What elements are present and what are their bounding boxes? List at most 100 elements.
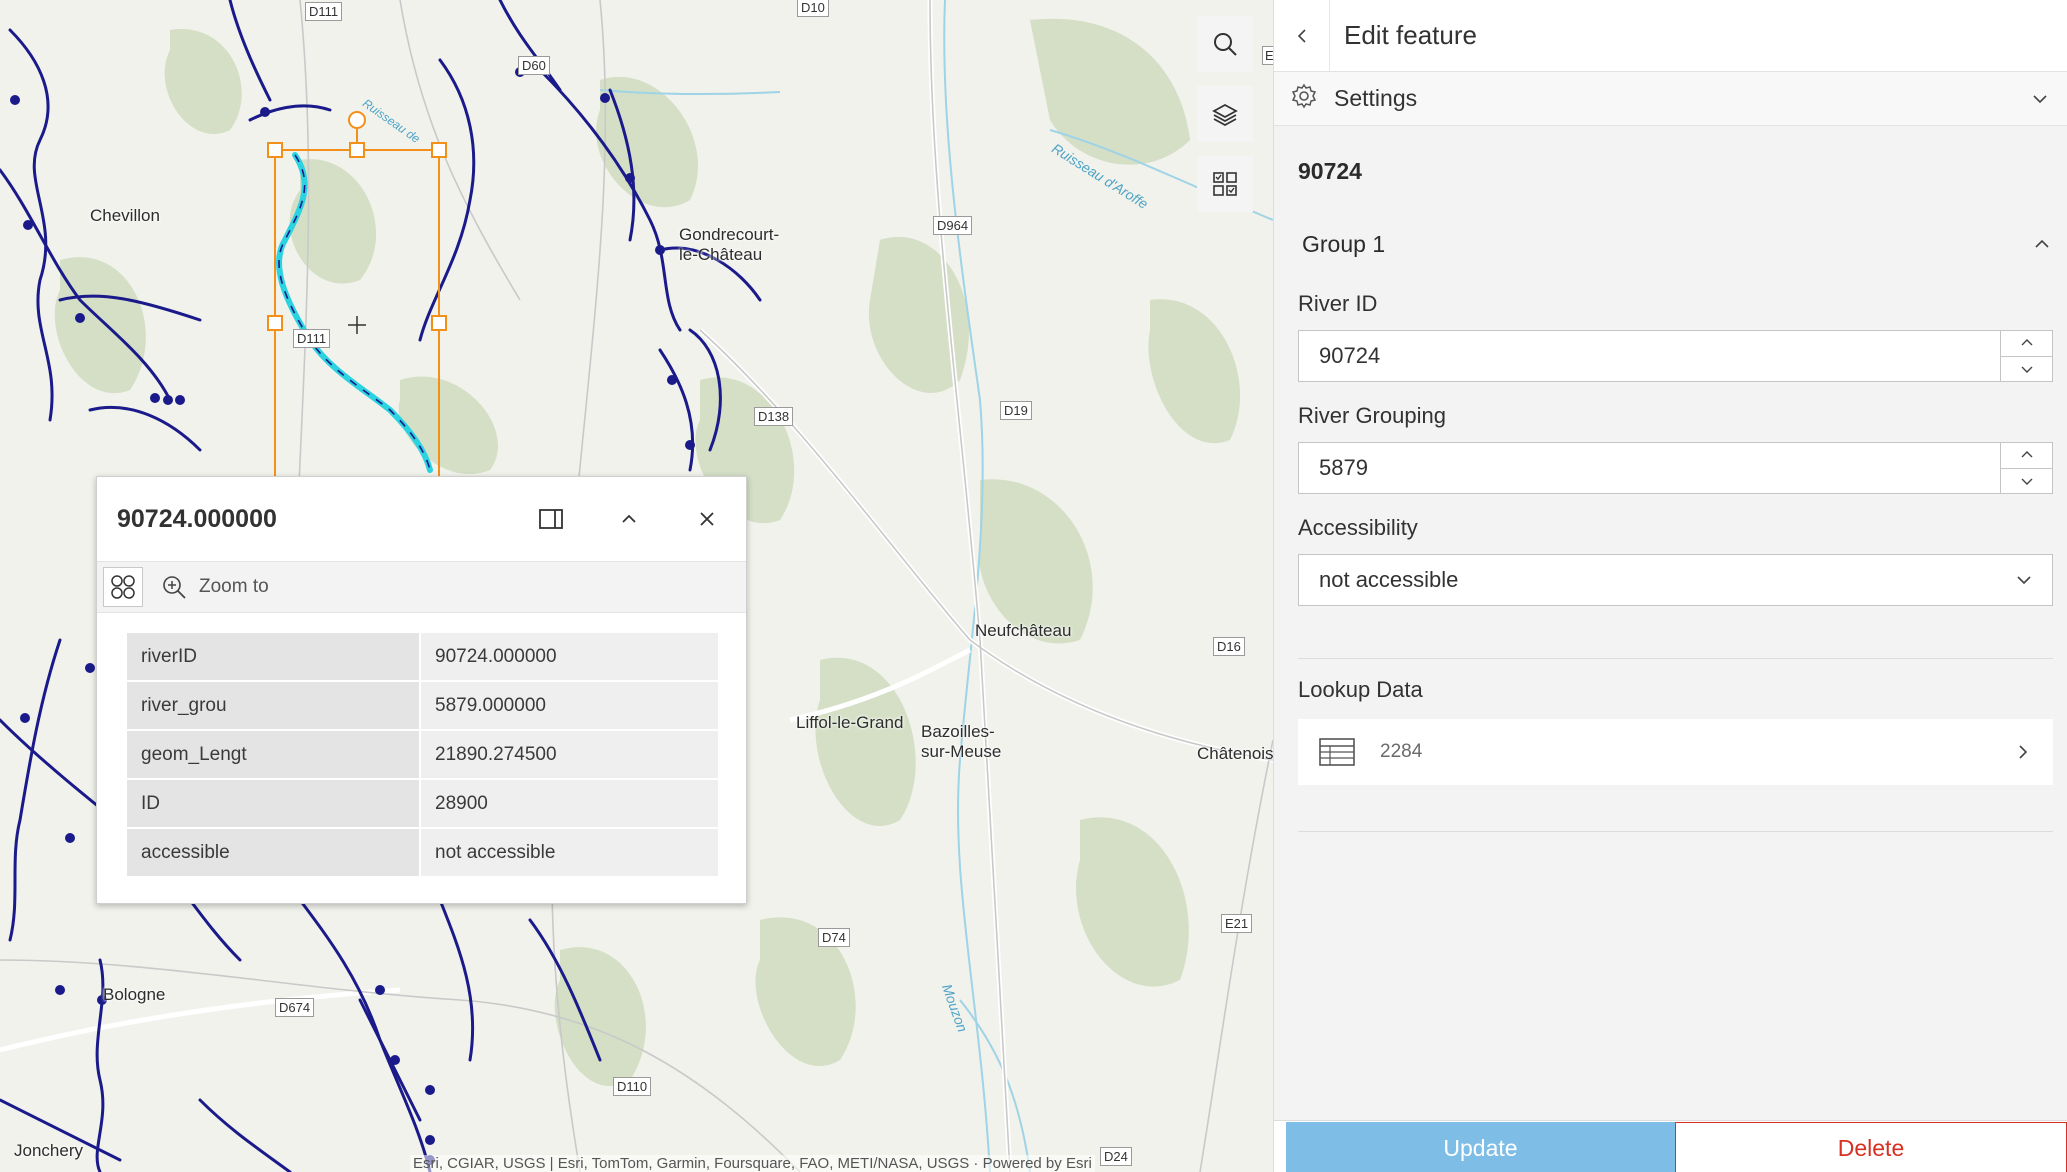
- road-shield: D111: [293, 329, 331, 348]
- attribute-key: riverID: [127, 633, 421, 680]
- road-shield: E21: [1221, 914, 1253, 933]
- road-shield: D674: [275, 998, 315, 1017]
- search-icon: [1214, 33, 1237, 56]
- chevron-down-icon: [2021, 478, 2032, 485]
- search-button[interactable]: [1197, 16, 1253, 72]
- road-shield: E: [1262, 46, 1273, 65]
- river-id-stepper: [2000, 331, 2052, 381]
- table-row: ID 28900: [127, 780, 718, 827]
- settings-label: Settings: [1334, 85, 1418, 111]
- chevron-down-icon: [2021, 366, 2032, 373]
- map-attribution: Esri, CGIAR, USGS | Esri, TomTom, Garmin…: [410, 1155, 1095, 1172]
- settings-toggle[interactable]: Settings: [1274, 72, 2067, 126]
- chevron-up-icon: [2021, 451, 2032, 458]
- attribute-key: river_grou: [127, 682, 421, 729]
- place-label: Jonchery: [14, 1141, 83, 1160]
- map-view[interactable]: Chevillon Gondrecourt- le-Château Neufch…: [0, 0, 1273, 1172]
- grid-dots-icon: [111, 575, 135, 599]
- accessibility-label: Accessibility: [1298, 515, 1418, 540]
- delete-button[interactable]: Delete: [1675, 1122, 2067, 1172]
- place-label: Châtenois: [1197, 744, 1273, 763]
- chevron-up-icon: [622, 514, 636, 523]
- river-id-input[interactable]: 90724: [1299, 331, 2000, 381]
- chevron-right-icon: [1993, 743, 2053, 761]
- decrement-button[interactable]: [2001, 355, 2052, 382]
- lookup-data-item[interactable]: 2284: [1298, 719, 2053, 785]
- qr-select-icon: [1213, 172, 1237, 196]
- road-shield: D10: [797, 0, 829, 17]
- close-icon: [700, 512, 714, 526]
- actions-menu-button[interactable]: [103, 567, 143, 607]
- river-grouping-input[interactable]: 5879: [1299, 443, 2000, 493]
- back-button[interactable]: [1274, 0, 1330, 72]
- attribute-key: ID: [127, 780, 421, 827]
- table-row: riverID 90724.000000: [127, 633, 718, 680]
- collapse-button[interactable]: [590, 477, 668, 561]
- river-id-label: River ID: [1298, 291, 1378, 316]
- road-shield: D74: [818, 928, 850, 947]
- increment-button[interactable]: [2001, 443, 2052, 468]
- attribute-table: riverID 90724.000000 river_grou 5879.00000…: [127, 631, 718, 878]
- place-label: le-Château: [679, 245, 763, 264]
- group-title: Group 1: [1302, 230, 1386, 257]
- editor-panel: Edit feature Settings 90724 Group 1 Rive…: [1273, 0, 2067, 1172]
- increment-button[interactable]: [2001, 331, 2052, 356]
- road-shield: D110: [613, 1077, 652, 1096]
- decrement-button[interactable]: [2001, 467, 2052, 494]
- river-id-field: River ID 90724: [1274, 286, 2067, 382]
- table-row: geom_Lengt 21890.274500: [127, 731, 718, 778]
- group-toggle[interactable]: Group 1: [1274, 222, 2067, 266]
- divider: [1298, 831, 2053, 832]
- road-shield: D138: [754, 407, 794, 426]
- attribute-key: geom_Lengt: [127, 731, 421, 778]
- table-row: river_grou 5879.000000: [127, 682, 718, 729]
- place-label: Gondrecourt-: [679, 225, 780, 244]
- attribute-key: accessible: [127, 829, 421, 876]
- map-toolbar: [1197, 16, 1253, 226]
- attribute-value: not accessible: [421, 829, 718, 876]
- zoom-to-label: Zoom to: [199, 576, 269, 597]
- chevron-up-icon: [2017, 234, 2067, 254]
- lookup-data-label: Lookup Data: [1298, 677, 1423, 702]
- update-button[interactable]: Update: [1286, 1122, 1675, 1172]
- road-shield: D964: [933, 216, 973, 235]
- panel-title: Edit feature: [1344, 20, 1477, 50]
- close-button[interactable]: [668, 477, 746, 561]
- dock-button[interactable]: [512, 477, 590, 561]
- place-label: Neufchâteau: [975, 621, 1072, 640]
- chevron-left-icon: [1297, 28, 1306, 43]
- chevron-down-icon: [2013, 89, 2067, 109]
- table-row: accessible not accessible: [127, 829, 718, 876]
- zoom-in-icon: [163, 576, 186, 599]
- road-shield: D19: [1000, 401, 1032, 420]
- panel-footer: Update Delete: [1274, 1120, 2067, 1172]
- feature-heading: 90724: [1298, 158, 1362, 184]
- road-shield: D16: [1213, 637, 1245, 656]
- place-label: Bologne: [103, 985, 166, 1004]
- accessibility-value: not accessible: [1319, 567, 1459, 592]
- place-label: Chevillon: [90, 206, 160, 225]
- river-grouping-label: River Grouping: [1298, 403, 1446, 428]
- road-shield: D111: [305, 2, 343, 21]
- road-shield: D24: [1100, 1147, 1132, 1166]
- place-label: sur-Meuse: [921, 742, 1002, 761]
- attribute-value: 5879.000000: [421, 682, 718, 729]
- popup-title: 90724.000000: [117, 504, 277, 533]
- place-label: Bazoilles-: [921, 722, 995, 741]
- attribute-value: 90724.000000: [421, 633, 718, 680]
- layers-icon: [1212, 103, 1238, 127]
- accessibility-select[interactable]: not accessible: [1298, 554, 2053, 606]
- dock-icon: [539, 509, 563, 529]
- lookup-data-value: 2284: [1380, 741, 1423, 762]
- layers-button[interactable]: [1197, 86, 1253, 142]
- chevron-down-icon: [1996, 571, 2052, 589]
- place-label: Liffol-le-Grand: [796, 713, 904, 732]
- river-grouping-stepper: [2000, 443, 2052, 493]
- select-features-button[interactable]: [1197, 156, 1253, 212]
- attribute-value: 21890.274500: [421, 731, 718, 778]
- gear-icon: [1290, 82, 1318, 115]
- zoom-to-button[interactable]: Zoom to: [161, 574, 269, 600]
- attribute-value: 28900: [421, 780, 718, 827]
- accessibility-field: Accessibility not accessible: [1274, 510, 2067, 606]
- chevron-up-icon: [2021, 339, 2032, 346]
